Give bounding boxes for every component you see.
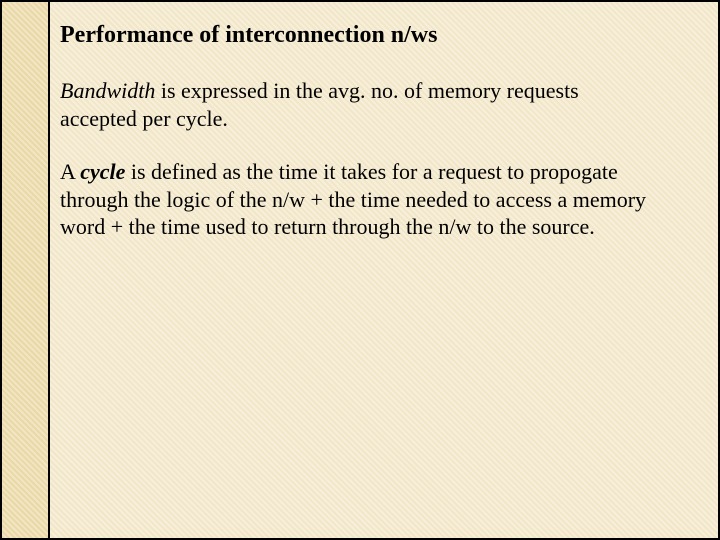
sidebar-accent <box>2 2 50 538</box>
paragraph-bandwidth: Bandwidth is expressed in the avg. no. o… <box>60 77 660 132</box>
slide-content: Performance of interconnection n/ws Band… <box>60 22 698 267</box>
term-bandwidth: Bandwidth <box>60 78 155 103</box>
slide-title: Performance of interconnection n/ws <box>60 22 698 49</box>
slide: Performance of interconnection n/ws Band… <box>0 0 720 540</box>
term-cycle: cycle <box>80 159 125 184</box>
text-cycle-rest: is defined as the time it takes for a re… <box>60 159 646 239</box>
text-cycle-lead: A <box>60 159 80 184</box>
paragraph-cycle: A cycle is defined as the time it takes … <box>60 158 660 241</box>
